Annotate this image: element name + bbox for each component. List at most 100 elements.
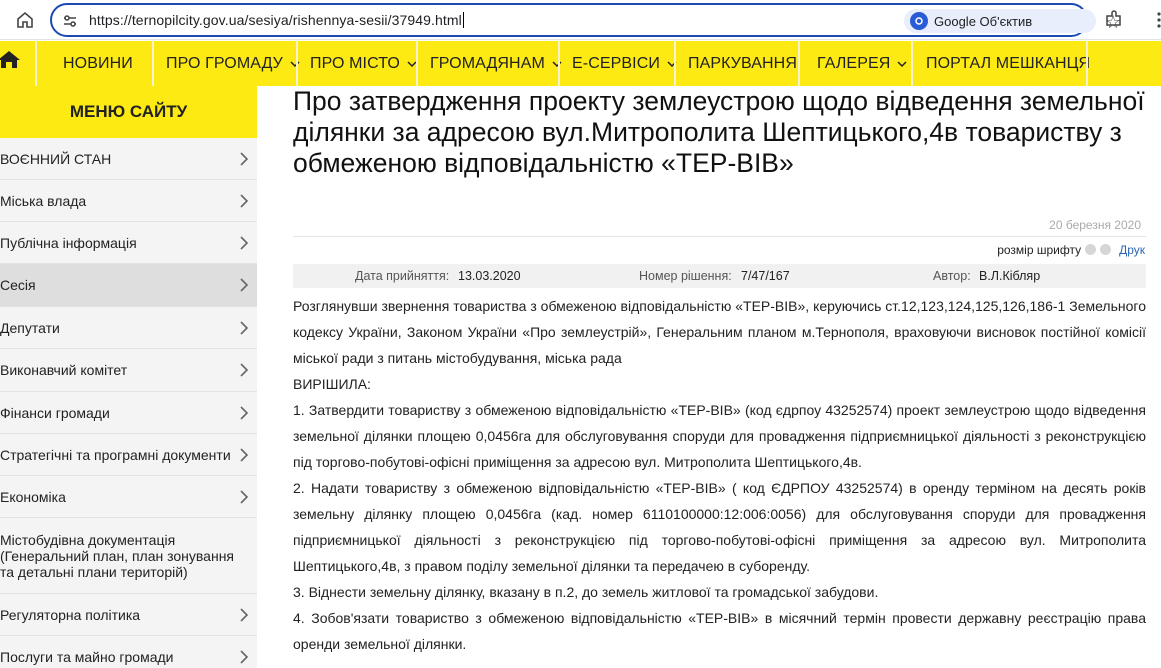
print-link[interactable]: Друк [1119,243,1145,257]
sidebar-item-label: Містобудівна документація (Генеральний п… [0,531,235,580]
sidebar-title: МЕНЮ САЙТУ [0,86,257,138]
nav-item-news[interactable]: НОВИНИ [63,41,133,86]
browser-home-icon[interactable] [14,9,36,31]
chevron-right-icon [240,649,249,664]
paragraph: ВИРІШИЛА: [293,376,371,392]
chevron-right-icon [240,447,249,462]
nav-divider [296,41,298,86]
article-body: Розглянувши звернення товариства з обмеж… [293,293,1146,657]
publish-date: 20 березня 2020 [1049,218,1141,232]
nav-divider [1086,41,1088,86]
nav-item-parking[interactable]: ПАРКУВАННЯ [688,41,797,86]
sidebar-item-label: Стратегічні та програмні документи [0,446,231,463]
sidebar-item-label: Сесія [0,277,36,293]
article: Про затвердження проекту землеустрою щод… [293,86,1148,652]
lens-label: Google Об'єктив [934,13,1033,29]
author-value: В.Л.Кібляр [979,269,1041,283]
home-icon[interactable] [0,49,22,71]
sidebar-item-regulatory-policy[interactable]: Регуляторна політика [0,594,257,636]
sidebar-item-strategic-documents[interactable]: Стратегічні та програмні документи [0,434,257,476]
sidebar-item-label: Регуляторна політика [0,606,141,623]
paragraph: 2. Надати товариству з обмеженою відпові… [293,480,1146,574]
paragraph: 3. Віднести земельну ділянку, вказану в … [293,584,879,600]
decision-number-value: 7/47/167 [741,269,790,283]
sidebar-item-community-finance[interactable]: Фінанси громади [0,392,257,434]
font-increase-icon[interactable] [1100,244,1112,255]
sidebar-item-label: Публічна інформація [0,234,137,251]
chevron-right-icon [240,405,249,420]
chevron-right-icon [240,320,249,335]
sidebar-item-urban-planning[interactable]: Містобудівна документація (Генеральний п… [0,518,257,594]
chevron-right-icon [240,235,249,250]
nav-divider [911,41,913,86]
chevron-down-icon [290,60,300,67]
nav-item-gallery[interactable]: ГАЛЕРЕЯ [817,41,907,86]
nav-divider [152,41,154,86]
nav-divider [798,41,800,86]
sidebar: МЕНЮ САЙТУ ВОЄННИЙ СТАН Міська влада Пуб… [0,86,257,668]
chevron-right-icon [240,489,249,504]
paragraph: Розглянувши звернення товариства з обмеж… [293,298,1146,366]
font-decrease-icon[interactable] [1085,244,1097,255]
site-settings-icon[interactable] [61,12,79,30]
article-tools: розмір шрифту Друк [293,236,1146,262]
sidebar-item-session[interactable]: Сесія [0,264,257,307]
nav-item-about-city[interactable]: ПРО МІСТО [310,41,417,86]
sidebar-item-label: Депутати [0,319,60,336]
sidebar-item-label: ВОЄННИЙ СТАН [0,150,112,167]
nav-item-citizens[interactable]: ГРОМАДЯНАМ [430,41,562,86]
nav-item-label: ГАЛЕРЕЯ [817,54,891,72]
sidebar-item-public-information[interactable]: Публічна інформація [0,222,257,264]
extensions-icon[interactable] [1104,9,1124,29]
author-label: Автор: [933,269,971,283]
chevron-right-icon [240,278,249,292]
sidebar-item-martial-law[interactable]: ВОЄННИЙ СТАН [0,138,257,180]
main-navigation: НОВИНИ ПРО ГРОМАДУ ПРО МІСТО ГРОМАДЯНАМ … [0,41,1161,86]
nav-divider [674,41,676,86]
nav-item-label: НОВИНИ [63,54,133,72]
nav-item-e-services[interactable]: Е-СЕРВІСИ [572,41,677,86]
sidebar-item-city-government[interactable]: Міська влада [0,180,257,222]
nav-item-about-community[interactable]: ПРО ГРОМАДУ [166,41,300,86]
adopted-date-value: 13.03.2020 [458,269,521,283]
browser-toolbar: https://ternopilcity.gov.ua/sesiya/rishe… [0,0,1161,40]
sidebar-item-label: Економіка [0,488,66,505]
chevron-down-icon [897,60,907,67]
more-menu-icon[interactable] [1149,10,1161,30]
nav-item-label: ГРОМАДЯНАМ [430,54,545,72]
paragraph: 1. Затвердити товариству з обмеженою від… [293,402,1146,470]
chevron-right-icon [240,193,249,208]
chevron-down-icon [552,60,562,67]
chevron-right-icon [240,363,249,377]
sidebar-item-deputies[interactable]: Депутати [0,307,257,349]
url-value: https://ternopilcity.gov.ua/sesiya/rishe… [89,12,462,28]
address-bar[interactable]: https://ternopilcity.gov.ua/sesiya/rishe… [50,3,1121,37]
sidebar-item-label: Фінанси громади [0,404,110,421]
page-title: Про затвердження проекту землеустрою щод… [293,86,1145,178]
google-lens-button[interactable]: Google Об'єктив [904,9,1096,33]
nav-item-label: ПРО МІСТО [310,54,400,72]
chevron-right-icon [240,151,249,166]
nav-item-label: Е-СЕРВІСИ [572,54,660,72]
nav-item-label: ПРО ГРОМАДУ [166,54,283,72]
sidebar-item-economy[interactable]: Економіка [0,476,257,518]
font-size-label: розмір шрифту [997,242,1082,257]
paragraph: 4. Зобов'язати товариство з обмеженою ві… [293,610,1146,652]
sidebar-item-services-property[interactable]: Послуги та майно громади [0,636,257,668]
adopted-date-label: Дата прийняття: [355,269,450,283]
nav-item-resident-portal[interactable]: ПОРТАЛ МЕШКАНЦЯ [926,41,1090,86]
sidebar-item-executive-committee[interactable]: Виконавчий комітет [0,349,257,392]
nav-item-label: ПОРТАЛ МЕШКАНЦЯ [926,54,1091,72]
sidebar-item-label: Послуги та майно громади [0,648,174,665]
nav-divider [416,41,418,86]
decision-meta: Дата прийняття: 13.03.2020 Номер рішення… [293,264,1146,288]
chevron-right-icon [240,607,249,622]
nav-item-label: ПАРКУВАННЯ [688,54,797,72]
nav-divider [35,41,37,86]
lens-icon [910,12,928,30]
text-caret [462,12,464,28]
decision-number-label: Номер рішення: [639,269,732,283]
nav-divider [558,41,560,86]
url-text[interactable]: https://ternopilcity.gov.ua/sesiya/rishe… [89,12,464,28]
sidebar-item-label: Виконавчий комітет [0,362,128,378]
